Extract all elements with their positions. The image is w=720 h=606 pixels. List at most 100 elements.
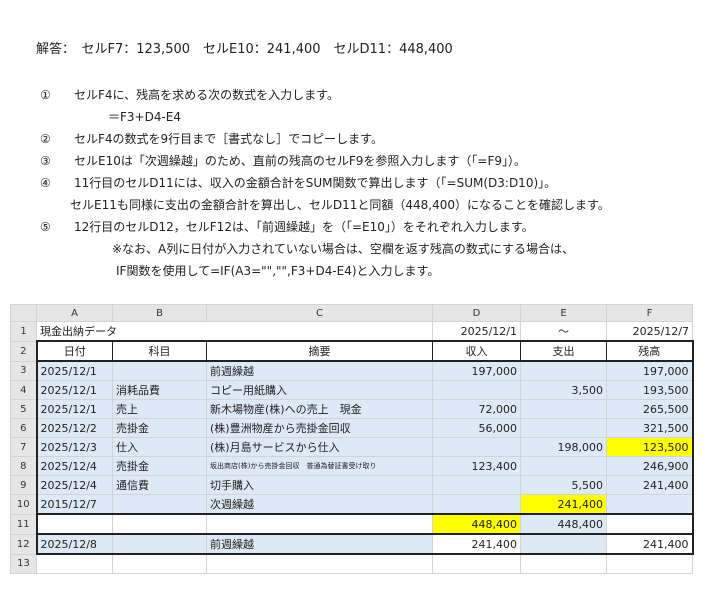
cell-c7[interactable]: (株)月島サービスから仕入 [206,437,433,457]
cell-b10[interactable] [112,494,207,515]
cell-a11[interactable] [35,513,113,535]
cell-b3[interactable] [112,360,207,381]
cell-d4[interactable] [432,380,521,400]
row-number[interactable]: 5 [10,399,37,419]
cell-d7[interactable] [432,437,521,457]
cell-f6[interactable]: 321,500 [606,418,694,438]
column-header-e[interactable]: E [520,304,607,322]
step-text: IF関数を使用して=IF(A3="","",F3+D4-E4)と入力します。 [116,264,440,278]
row-number[interactable]: 4 [10,380,37,400]
cell-d12[interactable]: 241,400 [432,533,521,555]
sheet-row-5: 5 2025/12/1 売上 新木場物産(株)への売上 現金 72,000 26… [10,399,694,419]
row-number[interactable]: 10 [10,494,37,515]
cell-e12[interactable] [520,533,607,555]
cell-f7-highlighted[interactable]: 123,500 [606,437,694,457]
sheet-row-6: 6 2025/12/2 売掛金 (株)豊洲物産から売掛金回収 56,000 32… [10,418,694,438]
cell-a1[interactable]: 現金出納データ [36,321,433,342]
cell-d9[interactable] [432,475,521,495]
cell-f10[interactable] [606,494,694,515]
row-number[interactable]: 12 [10,533,37,555]
cell-e1[interactable]: ～ [520,321,607,342]
row-number[interactable]: 8 [10,456,37,476]
row-number[interactable]: 9 [10,475,37,495]
cell-a10[interactable]: 2015/12/7 [35,494,113,515]
cell-f11[interactable] [606,513,694,535]
cell-e8[interactable] [520,456,607,476]
cell-a12[interactable]: 2025/12/8 [35,533,113,555]
cell-b11[interactable] [112,513,207,535]
row-number[interactable]: 13 [10,553,37,574]
select-all-corner[interactable] [10,304,37,322]
cell-c13[interactable] [206,553,433,574]
cell-b6[interactable]: 売掛金 [112,418,207,438]
cell-c3[interactable]: 前週繰越 [206,360,433,381]
cell-f2[interactable]: 残高 [606,340,694,362]
row-number[interactable]: 1 [10,321,37,342]
cell-e13[interactable] [520,553,607,574]
cell-b13[interactable] [112,553,207,574]
cell-a9[interactable]: 2025/12/4 [35,475,113,495]
cell-c12[interactable]: 前週繰越 [206,533,433,555]
column-header-c[interactable]: C [206,304,433,322]
cell-e5[interactable] [520,399,607,419]
cell-e3[interactable] [520,360,607,381]
cell-e4[interactable]: 3,500 [520,380,607,400]
cell-b12[interactable] [112,533,207,555]
cell-a3[interactable]: 2025/12/1 [35,360,113,381]
cell-f5[interactable]: 265,500 [606,399,694,419]
row-number[interactable]: 11 [10,513,37,535]
cell-c11[interactable] [206,513,433,535]
cell-d10[interactable] [432,494,521,515]
cell-d11-highlighted[interactable]: 448,400 [432,513,521,535]
cell-c2[interactable]: 摘要 [206,340,433,362]
cell-a2[interactable]: 日付 [35,340,113,362]
cell-c5[interactable]: 新木場物産(株)への売上 現金 [206,399,433,419]
cell-a13[interactable] [36,553,113,574]
cell-e11[interactable]: 448,400 [520,513,607,535]
cell-c8[interactable]: 坂出商店(株)から売掛金回収 普通為替証書受け取り [206,456,433,476]
row-number[interactable]: 7 [10,437,37,457]
cell-d1[interactable]: 2025/12/1 [432,321,521,342]
row-number[interactable]: 2 [10,340,37,362]
cell-b4[interactable]: 消耗品費 [112,380,207,400]
cell-a5[interactable]: 2025/12/1 [35,399,113,419]
cell-a4[interactable]: 2025/12/1 [35,380,113,400]
cell-b9[interactable]: 通信費 [112,475,207,495]
cell-f9[interactable]: 241,400 [606,475,694,495]
column-header-d[interactable]: D [432,304,521,322]
cell-c6[interactable]: (株)豊洲物産から売掛金回収 [206,418,433,438]
cell-d5[interactable]: 72,000 [432,399,521,419]
cell-f13[interactable] [606,553,693,574]
cell-d13[interactable] [432,553,521,574]
row-number[interactable]: 6 [10,418,37,438]
cell-f12[interactable]: 241,400 [606,533,694,555]
cell-f8[interactable]: 246,900 [606,456,694,476]
sheet-row-10: 10 2015/12/7 次週繰越 241,400 [10,494,694,515]
cell-e7[interactable]: 198,000 [520,437,607,457]
cell-d3[interactable]: 197,000 [432,360,521,381]
cell-e10-highlighted[interactable]: 241,400 [520,494,607,515]
cell-b2[interactable]: 科目 [112,340,207,362]
column-header-a[interactable]: A [36,304,113,322]
row-number[interactable]: 3 [10,360,37,381]
cell-d2[interactable]: 収入 [432,340,521,362]
cell-e2[interactable]: 支出 [520,340,607,362]
cell-c10[interactable]: 次週繰越 [206,494,433,515]
cell-d6[interactable]: 56,000 [432,418,521,438]
cell-c4[interactable]: コピー用紙購入 [206,380,433,400]
cell-b8[interactable]: 売掛金 [112,456,207,476]
cell-a6[interactable]: 2025/12/2 [35,418,113,438]
cell-b5[interactable]: 売上 [112,399,207,419]
column-header-f[interactable]: F [606,304,693,322]
cell-d8[interactable]: 123,400 [432,456,521,476]
cell-a8[interactable]: 2025/12/4 [35,456,113,476]
column-header-b[interactable]: B [112,304,207,322]
cell-f1[interactable]: 2025/12/7 [606,321,693,342]
cell-f3[interactable]: 197,000 [606,360,694,381]
cell-b7[interactable]: 仕入 [112,437,207,457]
cell-a7[interactable]: 2025/12/3 [35,437,113,457]
cell-e9[interactable]: 5,500 [520,475,607,495]
cell-f4[interactable]: 193,500 [606,380,694,400]
cell-e6[interactable] [520,418,607,438]
cell-c9[interactable]: 切手購入 [206,475,433,495]
